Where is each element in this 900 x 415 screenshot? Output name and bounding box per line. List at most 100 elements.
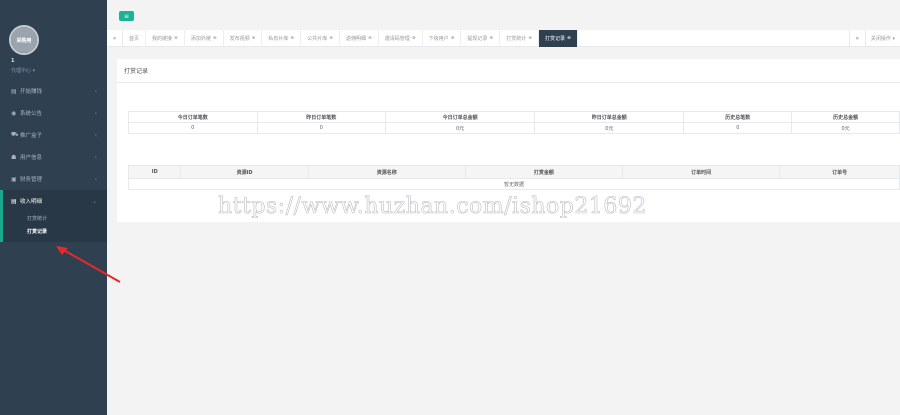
chevron-left-icon: ‹ [94,131,97,139]
chevron-left-icon: ‹ [94,109,97,117]
menu-toggle-button[interactable]: ≡ [119,11,134,21]
chevron-left-icon: ‹ [94,175,97,183]
tab-bar-right: » 关闭操作 ▾ [848,30,900,47]
records-header[interactable]: 资源名称 [307,165,466,179]
records-header[interactable]: 打赏金额 [464,165,624,179]
sidebar-item-label: 推广盒子 [20,133,43,139]
panel-title: 打赏记录 [117,59,900,83]
stats-header-row: 今日订单笔数 昨日订单笔数 今日订单总金额 昨日订单总金额 历史总笔数 历史总金… [128,111,900,123]
tab-label: 打赏记录 [544,35,565,42]
tab-label: 私有片库 [268,35,289,42]
stats-value: 0 [256,122,386,134]
sidebar-item-label: 收入明细 [20,199,43,205]
records-header[interactable]: ID [127,165,182,179]
close-icon[interactable]: ⊗ [290,36,294,41]
sidebar-subitem-tip-stats[interactable]: 打赏统计 [3,212,107,225]
sidebar: 采购用 1 代理中心 ▾ ▤ 开始赚钱 ‹ ◉ 系统公告 ‹ ⛟ 推广盒子 ‹ … [0,0,107,415]
tab-label: 打赏统计 [506,35,527,42]
chevron-down-icon: ⌄ [91,197,97,205]
close-icon[interactable]: ⊗ [213,36,217,41]
sidebar-item-label: 用户信息 [20,155,43,161]
sidebar-item-announcements[interactable]: ◉ 系统公告 ‹ [0,102,107,124]
tab-label: 我的链接 [152,35,173,42]
stats-table: 今日订单笔数 昨日订单笔数 今日订单总金额 昨日订单总金额 历史总笔数 历史总金… [128,111,900,134]
records-header[interactable]: 订单号 [779,165,900,179]
sidebar-item-finance[interactable]: ▣ 财务管理 ‹ [0,168,107,190]
list-icon: ▤ [11,197,17,205]
records-empty-row: 暂无数据 [128,178,900,190]
tab-invite-codes[interactable]: 邀请码管理 ⊗ [379,29,423,47]
tab-label: 邀请码管理 [384,35,410,42]
sidebar-subitem-tip-records[interactable]: 打赏记录 [3,225,107,238]
close-icon[interactable]: ⊗ [412,36,416,41]
tab-add-external-link[interactable]: 添加外链 ⊗ [185,29,224,47]
close-icon[interactable]: ⊗ [489,36,493,41]
tab-scroll-left-button[interactable]: « [107,29,123,47]
stats-value: 0元 [791,122,900,134]
close-operations-dropdown[interactable]: 关闭操作 ▾ [864,30,900,47]
records-header[interactable]: 订单时间 [622,165,781,179]
tab-label: 提现记录 [467,35,488,42]
stats-value: 0元 [534,122,685,134]
profile-name: 1 [11,58,15,64]
tab-private-library[interactable]: 私有片库 ⊗ [262,29,302,47]
profile: 采购用 1 代理中心 ▾ [0,0,107,80]
chevron-left-icon: ‹ [94,87,97,95]
close-icon[interactable]: ⊗ [451,36,455,41]
tab-sub-users[interactable]: 下级用户 ⊗ [423,29,462,47]
avatar-text: 采购用 [11,27,37,53]
sidebar-item-label: 系统公告 [20,111,43,117]
stats-header: 昨日订单总金额 [534,111,685,123]
car-icon: ⛟ [11,131,19,138]
tab-tip-stats[interactable]: 打赏统计 ⊗ [500,29,539,47]
close-icon[interactable]: ⊗ [567,36,571,41]
close-icon[interactable]: ⊗ [329,36,333,41]
records-table: ID 资源ID 资源名称 打赏金额 订单时间 订单号 暂无数据 [127,165,900,190]
tab-label: 首页 [129,35,140,42]
stats-header: 今日订单笔数 [128,111,258,123]
profile-role-dropdown[interactable]: 代理中心 ▾ [11,67,35,74]
tab-commission-details[interactable]: 返佣明细 ⊗ [340,29,379,47]
stats-value: 0 [683,122,793,134]
stats-header: 昨日订单笔数 [256,111,386,123]
sidebar-item-promo-box[interactable]: ⛟ 推广盒子 ‹ [0,124,107,146]
tab-my-links[interactable]: 我的链接 ⊗ [146,29,185,47]
stats-header: 今日订单总金额 [384,111,536,123]
chevron-left-icon: ‹ [94,153,97,161]
users-icon: ☗ [11,153,17,161]
stats-value: 0元 [384,122,536,134]
records-header-row: ID 资源ID 资源名称 打赏金额 订单时间 订单号 [127,165,900,179]
tab-label: 返佣明细 [346,35,367,42]
grid-icon: ▤ [11,87,17,95]
bullhorn-icon: ◉ [11,109,17,117]
stats-value-row: 0 0 0元 0元 0 0元 [128,122,900,134]
stats-header: 历史总笔数 [683,111,793,123]
stats-value: 0 [128,122,258,134]
stats-header: 历史总金额 [791,111,900,123]
tab-scroll-right-button[interactable]: » [848,30,865,47]
tab-home[interactable]: 首页 [123,29,147,47]
tab-bar: « 首页 我的链接 ⊗ 添加外链 ⊗ 发布视频 ⊗ 私有片库 ⊗ 公共片库 ⊗ 返佣明细 ⊗… [107,29,900,47]
close-icon[interactable]: ⊗ [174,36,178,41]
sidebar-item-user-info[interactable]: ☗ 用户信息 ‹ [0,146,107,168]
tab-label: 公共片库 [307,35,328,42]
close-icon[interactable]: ⊗ [368,36,372,41]
tab-publish-video[interactable]: 发布视频 ⊗ [224,29,263,47]
copy-icon: ▣ [11,175,17,183]
close-icon[interactable]: ⊗ [528,36,532,41]
tab-label: 发布视频 [229,35,250,42]
tab-withdrawals[interactable]: 提现记录 ⊗ [461,29,501,47]
records-header[interactable]: 资源ID [180,165,309,179]
sidebar-item-start-earning[interactable]: ▤ 开始赚钱 ‹ [0,80,107,102]
tab-tip-records[interactable]: 打赏记录 ⊗ [538,29,578,47]
avatar[interactable]: 采购用 [9,25,39,55]
watermark-text: https://www.huzhan.com/ishop21692 [218,194,647,220]
tab-public-library[interactable]: 公共片库 ⊗ [301,29,340,47]
sidebar-item-income[interactable]: ▤ 收入明细 ⌄ [0,190,107,212]
sidebar-item-label: 财务管理 [20,177,43,183]
annotation-arrow-icon [56,246,121,283]
menu-icon: ≡ [123,12,130,20]
close-icon[interactable]: ⊗ [252,36,256,41]
tab-label: 添加外链 [190,35,211,42]
sidebar-subnav: 打赏统计 打赏记录 [0,212,107,242]
